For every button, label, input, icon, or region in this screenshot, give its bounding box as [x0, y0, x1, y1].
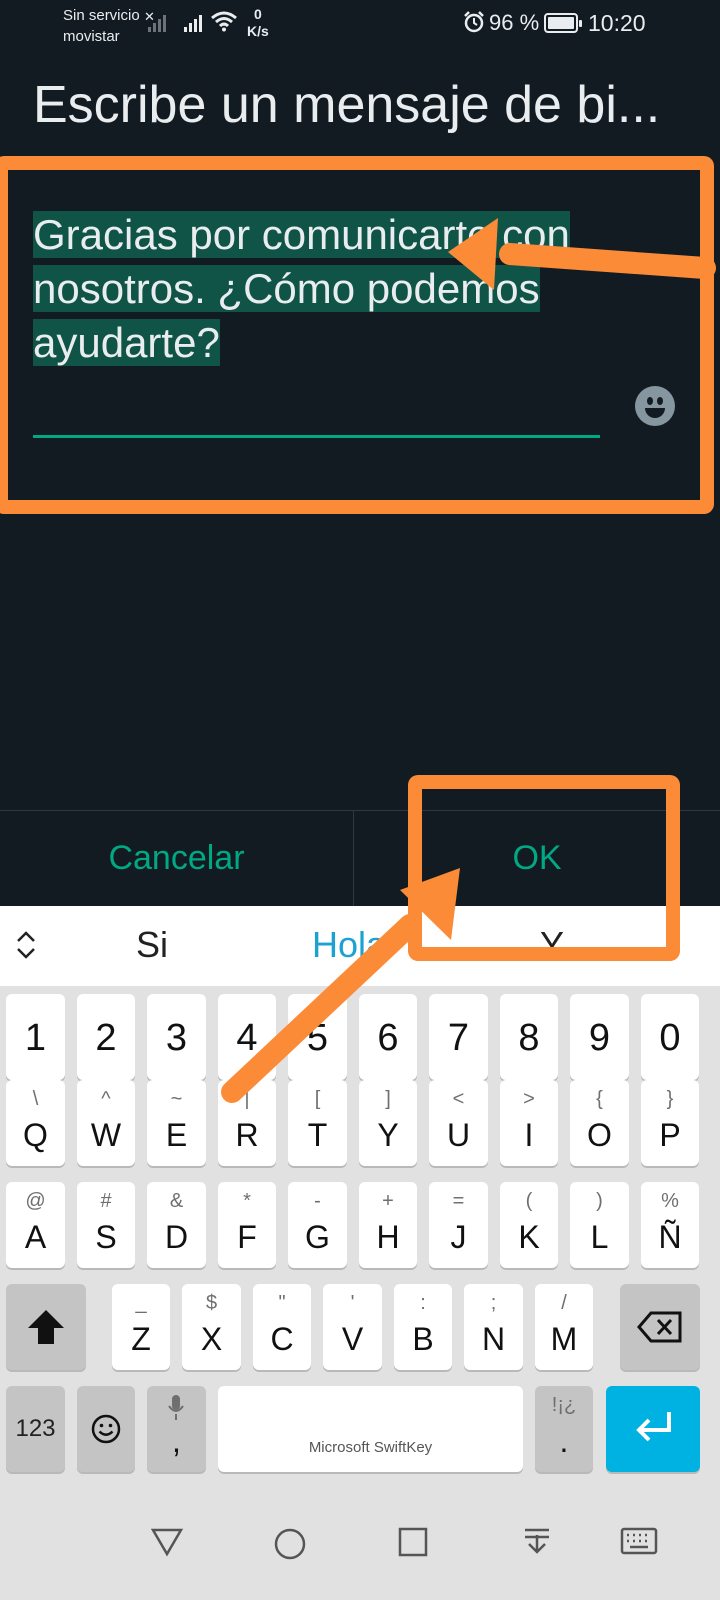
- period-key[interactable]: !¡¿.: [535, 1386, 593, 1472]
- hide-keyboard-icon[interactable]: [522, 1527, 552, 1559]
- key-a[interactable]: @ A: [6, 1182, 65, 1268]
- battery-icon: [544, 13, 582, 33]
- suggestion-bar: Si Hola Y: [0, 906, 720, 986]
- comma-key[interactable]: ,: [147, 1386, 206, 1472]
- battery-percentage: 96 %: [489, 10, 540, 35]
- speed-unit: K/s: [247, 23, 269, 39]
- suggestion-2[interactable]: Hola: [312, 924, 386, 966]
- key-h[interactable]: + H: [359, 1182, 417, 1268]
- spacebar[interactable]: Microsoft SwiftKey: [218, 1386, 523, 1472]
- key-b[interactable]: :B: [394, 1284, 452, 1370]
- key-3[interactable]: 3: [147, 994, 206, 1080]
- alarm-clock-icon: [464, 11, 484, 33]
- status-bar: Sin servicio movistar ✕ 0 K/s 96 % 10:20: [0, 0, 720, 48]
- enter-key[interactable]: [606, 1386, 700, 1472]
- key-n-tilde[interactable]: % Ñ: [641, 1182, 699, 1268]
- keyboard-switch-icon[interactable]: [620, 1527, 658, 1557]
- key-0[interactable]: 0: [641, 994, 699, 1080]
- key-9[interactable]: 9: [570, 994, 629, 1080]
- key-y[interactable]: ] Y: [359, 1080, 417, 1166]
- key-1[interactable]: 1: [6, 994, 65, 1080]
- numbers-key[interactable]: 123: [6, 1386, 65, 1472]
- backspace-key[interactable]: [620, 1284, 700, 1370]
- key-s[interactable]: # S: [77, 1182, 135, 1268]
- key-n[interactable]: ; N: [464, 1284, 523, 1370]
- key-6[interactable]: 6: [359, 994, 417, 1080]
- key-f[interactable]: * F: [218, 1182, 276, 1268]
- key-2[interactable]: 2: [77, 994, 135, 1080]
- key-c[interactable]: " C: [253, 1284, 311, 1370]
- key-w[interactable]: ^ W: [77, 1080, 135, 1166]
- input-underline: [33, 435, 600, 438]
- backspace-icon: [637, 1311, 682, 1343]
- home-icon[interactable]: [273, 1527, 307, 1561]
- recents-icon[interactable]: [398, 1527, 428, 1557]
- key-o[interactable]: {O: [570, 1080, 629, 1166]
- shift-arrow-icon: [28, 1310, 64, 1344]
- key-5[interactable]: 5: [288, 994, 347, 1080]
- smiley-icon: [91, 1414, 121, 1444]
- signal-strength-icon: [184, 12, 202, 32]
- enter-arrow-icon: [636, 1412, 671, 1442]
- key-m[interactable]: / M: [535, 1284, 593, 1370]
- emoji-icon[interactable]: [635, 386, 675, 426]
- key-4[interactable]: 4: [218, 994, 276, 1080]
- key-d[interactable]: & D: [147, 1182, 206, 1268]
- key-e[interactable]: ~ E: [147, 1080, 206, 1166]
- key-v[interactable]: ' V: [323, 1284, 382, 1370]
- microphone-icon: [168, 1395, 184, 1420]
- no-signal-x-icon: ✕: [144, 9, 155, 24]
- message-input[interactable]: Gracias por comunicarte con nosotros. ¿C…: [33, 208, 600, 370]
- key-r[interactable]: | R: [218, 1080, 276, 1166]
- selected-message-text[interactable]: Gracias por comunicarte con nosotros. ¿C…: [33, 211, 570, 366]
- emoji-key[interactable]: [77, 1386, 135, 1472]
- suggestion-3[interactable]: Y: [540, 924, 564, 966]
- ok-button[interactable]: OK: [354, 811, 720, 906]
- key-g[interactable]: -G: [288, 1182, 347, 1268]
- dialog-title: Escribe un mensaje de bi...: [33, 76, 661, 134]
- key-u[interactable]: < U: [429, 1080, 488, 1166]
- network-speed: 0 K/s: [247, 6, 269, 40]
- key-l[interactable]: ) L: [570, 1182, 629, 1268]
- key-q[interactable]: \ Q: [6, 1080, 65, 1166]
- key-z[interactable]: _ Z: [112, 1284, 170, 1370]
- key-x[interactable]: $ X: [182, 1284, 241, 1370]
- navigation-bar: [0, 1497, 720, 1600]
- carrier-name: movistar: [63, 28, 120, 45]
- speed-value: 0: [254, 6, 262, 22]
- carrier-status: Sin servicio: [63, 7, 140, 24]
- suggestion-1[interactable]: Si: [136, 924, 168, 966]
- key-t[interactable]: [T: [288, 1080, 347, 1166]
- back-icon[interactable]: [150, 1527, 184, 1557]
- carrier-info: Sin servicio movistar: [63, 5, 140, 47]
- key-7[interactable]: 7: [429, 994, 488, 1080]
- wifi-icon: [211, 11, 237, 32]
- expand-toolbar-icon[interactable]: [14, 928, 38, 962]
- keyboard: 1 2 3 4 5 6 7 8 9 0 \ Q ^ W ~ E | R [T ] Y < U…: [0, 986, 720, 1497]
- status-time: 10:20: [588, 10, 646, 36]
- cancel-button[interactable]: Cancelar: [0, 811, 353, 906]
- key-k[interactable]: (K: [500, 1182, 558, 1268]
- key-j[interactable]: = J: [429, 1182, 488, 1268]
- message-text[interactable]: Gracias por comunicarte con nosotros. ¿C…: [33, 208, 600, 370]
- key-8[interactable]: 8: [500, 994, 558, 1080]
- key-i[interactable]: > I: [500, 1080, 558, 1166]
- shift-key[interactable]: [6, 1284, 86, 1370]
- key-p[interactable]: } P: [641, 1080, 699, 1166]
